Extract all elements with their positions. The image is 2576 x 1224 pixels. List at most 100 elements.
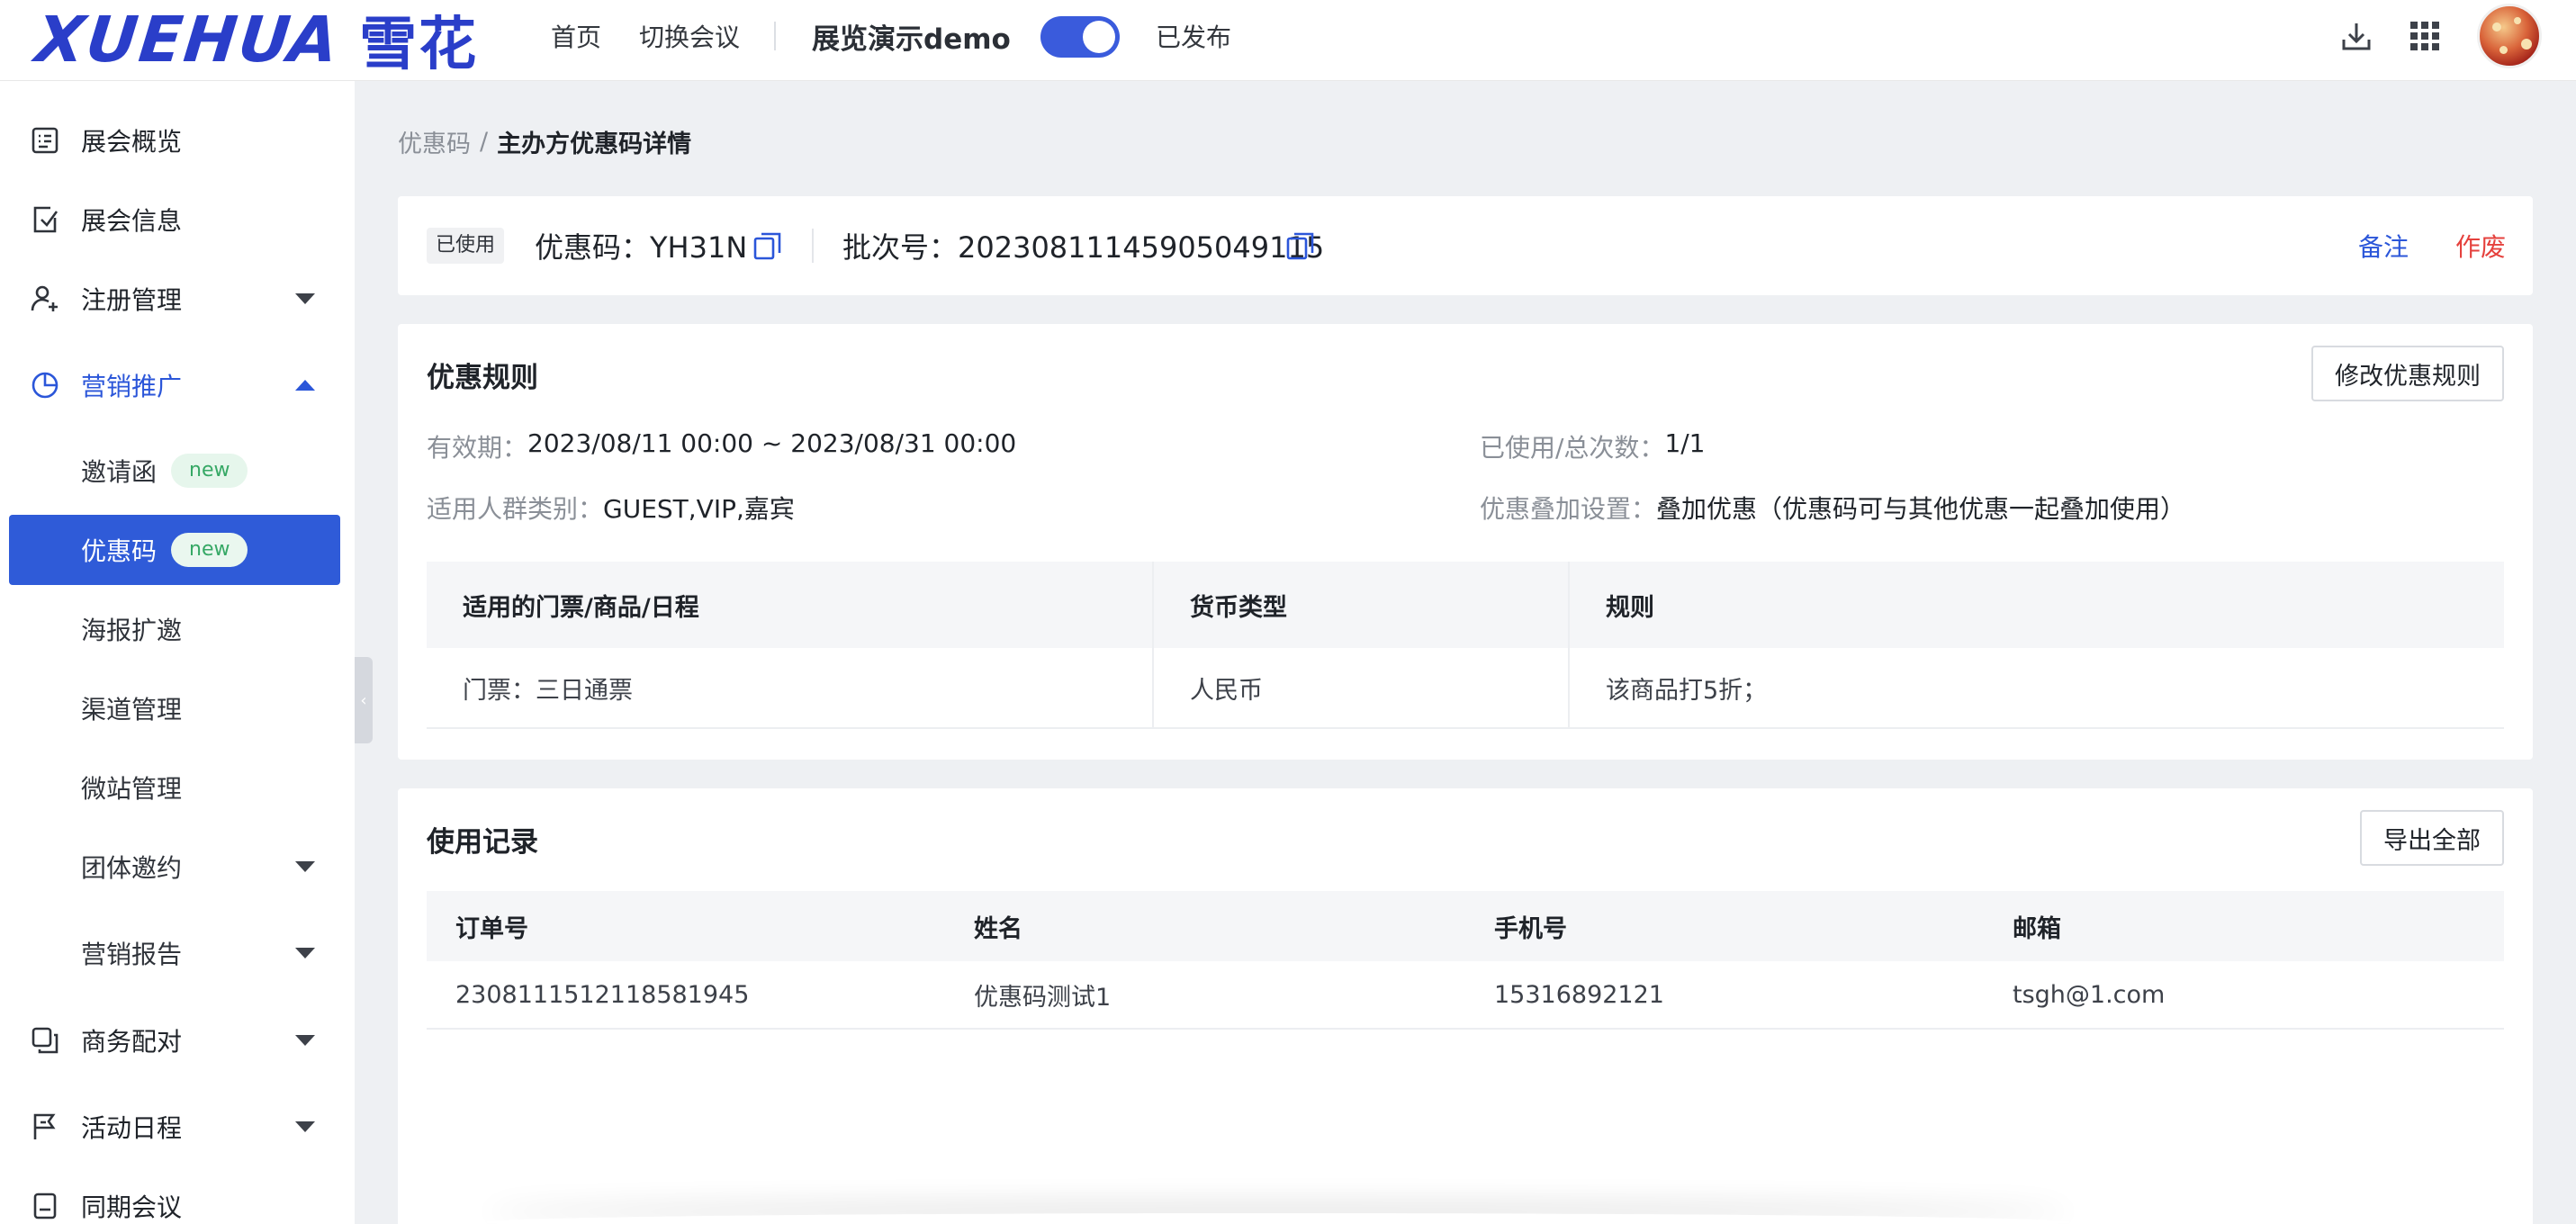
coupon-rules-card: 优惠规则 修改优惠规则 有效期： 2023/08/11 00:00 ~ 2023… [398, 324, 2533, 760]
table-row: 门票：三日通票 人民币 该商品打5折； [427, 648, 2504, 729]
usage-records-card: 使用记录 导出全部 订单号 姓名 手机号 邮箱 2308111512118581… [398, 788, 2533, 1224]
coupon-code-card: 已使用 优惠码：YH31N 批次号：20230811145905049115 备… [398, 196, 2533, 295]
sidebar-item-expo-overview[interactable]: 展会概览 [9, 104, 340, 176]
field-value: 叠加优惠（优惠码可与其他优惠一起叠加使用） [1656, 494, 2186, 524]
sidebar-item-concurrent-meeting[interactable]: 同期会议 [9, 1170, 340, 1224]
chevron-down-icon [295, 1121, 315, 1132]
sidebar-item-registration[interactable]: 注册管理 [9, 263, 340, 335]
table-cell: tsgh@1.com [2013, 980, 2166, 1009]
sidebar-subitem-marketing-report[interactable]: 营销报告 [9, 918, 340, 988]
brand-logo[interactable]: XUEHUA 雪花 [32, 3, 478, 78]
sidebar-subitem-label: 渠道管理 [81, 695, 183, 724]
nav-home-link[interactable]: 首页 [551, 0, 601, 72]
chevron-down-icon [295, 1035, 315, 1046]
user-add-icon [31, 285, 58, 311]
download-icon[interactable] [2337, 16, 2376, 56]
coupon-code-label: 优惠码：YH31N [535, 230, 748, 265]
nav-switch-meeting-link[interactable]: 切换会议 [639, 0, 740, 72]
status-badge: 已使用 [427, 228, 505, 264]
validity-field: 有效期： 2023/08/11 00:00 ~ 2023/08/31 00:00 [427, 428, 1016, 464]
sidebar-item-label: 展会概览 [81, 127, 183, 157]
note-link[interactable]: 备注 [2358, 196, 2409, 295]
sidebar-subitem-label: 邀请函 [81, 457, 158, 487]
sidebar-subitem-label: 团体邀约 [81, 853, 183, 883]
chevron-down-icon [295, 861, 315, 872]
breadcrumb: 优惠码 / 主办方优惠码详情 [398, 124, 691, 159]
logo-text-en: XUEHUA [32, 3, 344, 76]
table-header-cell: 规则 [1606, 593, 1654, 622]
sidebar-subitem-channel[interactable]: 渠道管理 [9, 673, 340, 743]
breadcrumb-parent-link[interactable]: 优惠码 [398, 124, 471, 159]
sidebar: 展会概览 展会信息 注册管理 营销推广 邀请函 new 优惠码 new 海报扩邀… [0, 81, 355, 1224]
edit-document-icon [33, 206, 59, 233]
new-badge: new [171, 454, 248, 488]
table-header-cell: 邮箱 [2013, 914, 2061, 943]
table-row: 2308111512118581945 优惠码测试1 15316892121 t… [427, 961, 2504, 1030]
table-header-cell: 手机号 [1494, 914, 1567, 943]
batch-number-label: 批次号：20230811145905049115 [842, 230, 1325, 265]
field-divider [812, 229, 814, 263]
sidebar-subitem-label: 营销报告 [81, 940, 183, 969]
sidebar-item-schedule[interactable]: 活动日程 [9, 1091, 340, 1163]
sidebar-subitem-coupon[interactable]: 优惠码 new [9, 515, 340, 585]
usage-count-field: 已使用/总次数： 1/1 [1480, 428, 1706, 464]
field-key: 已使用/总次数： [1480, 433, 1665, 463]
chevron-up-icon [295, 380, 315, 391]
table-header-cell: 适用的门票/商品/日程 [463, 593, 699, 622]
table-header-cell: 姓名 [974, 914, 1022, 943]
publish-toggle[interactable] [1040, 16, 1120, 58]
field-key: 有效期： [427, 433, 528, 463]
void-link[interactable]: 作废 [2455, 196, 2506, 295]
user-avatar[interactable] [2477, 4, 2542, 68]
sidebar-subitem-group-invite[interactable]: 团体邀约 [9, 832, 340, 902]
breadcrumb-separator: / [480, 128, 489, 156]
column-divider [1152, 562, 1154, 729]
chevron-down-icon [295, 293, 315, 304]
sidebar-subitem-invitation[interactable]: 邀请函 new [9, 436, 340, 506]
edit-rules-button[interactable]: 修改优惠规则 [2311, 346, 2504, 401]
table-cell: 15316892121 [1494, 980, 1664, 1009]
column-divider [1568, 562, 1570, 729]
sidebar-subitem-poster[interactable]: 海报扩邀 [9, 594, 340, 664]
field-value: 1/1 [1664, 428, 1706, 458]
expo-name: 展览演示demo [812, 22, 1011, 56]
sidebar-collapse-handle[interactable]: ‹ [355, 657, 373, 743]
stacking-field: 优惠叠加设置： 叠加优惠（优惠码可与其他优惠一起叠加使用） [1480, 490, 2185, 526]
apps-grid-icon[interactable] [2405, 16, 2445, 56]
sidebar-item-label: 营销推广 [81, 372, 183, 401]
nav-divider [774, 22, 776, 50]
table-header-cell: 货币类型 [1190, 593, 1287, 622]
sidebar-subitem-label: 海报扩邀 [81, 616, 183, 645]
table-cell: 门票：三日通票 [463, 676, 633, 705]
table-header-cell: 订单号 [455, 914, 528, 943]
table-header: 适用的门票/商品/日程 货币类型 规则 [427, 562, 2504, 648]
sidebar-subitem-label: 优惠码 [81, 536, 158, 566]
table-header: 订单号 姓名 手机号 邮箱 [427, 891, 2504, 961]
section-title: 使用记录 [427, 826, 538, 859]
toggle-knob [1083, 21, 1115, 53]
field-value: 2023/08/11 00:00 ~ 2023/08/31 00:00 [527, 428, 1017, 458]
table-cell: 人民币 [1190, 676, 1263, 705]
publish-status: 已发布 [1156, 22, 1232, 52]
sidebar-item-marketing[interactable]: 营销推广 [9, 349, 340, 421]
sidebar-item-label: 展会信息 [81, 206, 183, 236]
sidebar-item-business-matching[interactable]: 商务配对 [9, 1004, 340, 1076]
sidebar-subitem-microsite[interactable]: 微站管理 [9, 752, 340, 823]
table-cell: 该商品打5折； [1606, 676, 1768, 705]
copy-icon[interactable] [752, 230, 783, 261]
copy-icon[interactable] [1285, 230, 1316, 261]
document-icon [33, 1192, 57, 1220]
field-key: 适用人群类别： [427, 494, 604, 524]
table-cell: 优惠码测试1 [974, 983, 1112, 1012]
export-all-button[interactable]: 导出全部 [2360, 810, 2504, 866]
sidebar-item-expo-info[interactable]: 展会信息 [9, 184, 340, 256]
top-bar: XUEHUA 雪花 首页 切换会议 展览演示demo 已发布 [0, 0, 2576, 81]
copy-squares-icon [32, 1027, 59, 1054]
pie-chart-icon [32, 372, 59, 399]
field-key: 优惠叠加设置： [1480, 494, 1657, 524]
sidebar-item-label: 活动日程 [81, 1113, 183, 1143]
logo-text-cn: 雪花 [359, 12, 479, 78]
chevron-down-icon [295, 948, 315, 958]
dashboard-list-icon [32, 127, 59, 154]
sidebar-item-label: 商务配对 [81, 1027, 183, 1057]
